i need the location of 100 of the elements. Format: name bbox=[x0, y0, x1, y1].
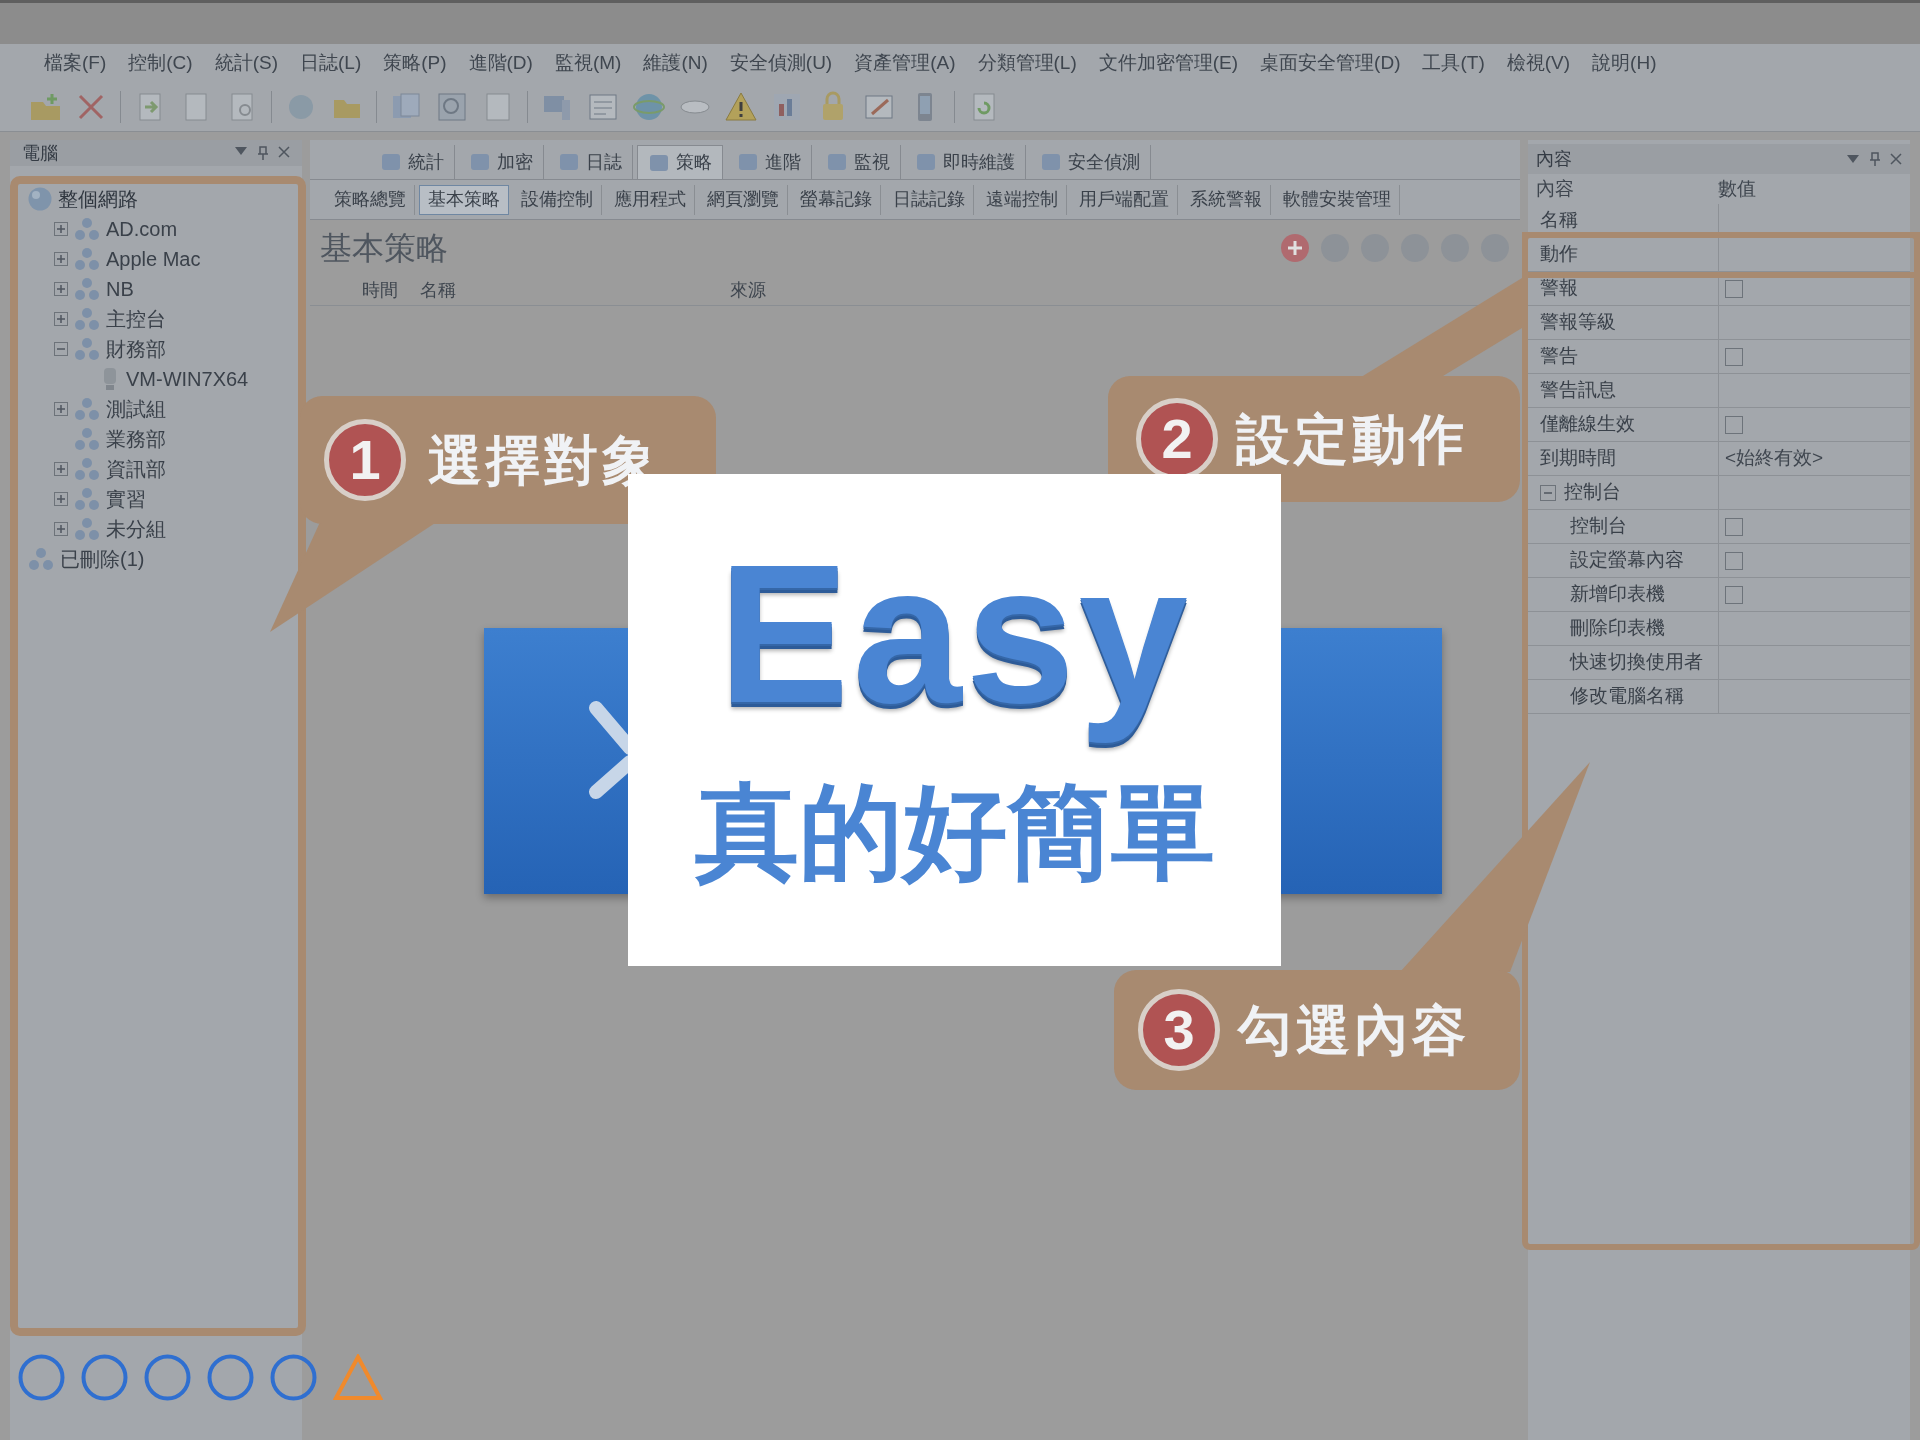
network-icon bbox=[74, 487, 100, 511]
tree-item[interactable]: AD.com bbox=[106, 214, 178, 244]
tab-icon bbox=[737, 151, 759, 173]
expand-icon[interactable] bbox=[54, 222, 68, 236]
menu-item[interactable]: 分類管理(L) bbox=[977, 48, 1077, 78]
checkbox[interactable] bbox=[1725, 551, 1743, 570]
expand-icon[interactable] bbox=[54, 522, 68, 536]
menu-item[interactable]: 策略(P) bbox=[383, 48, 447, 78]
tree-item[interactable]: 測試組 bbox=[106, 394, 166, 424]
subtab[interactable]: 應用程式 bbox=[606, 184, 695, 215]
column-header[interactable]: 數值 bbox=[1718, 174, 1756, 204]
checkbox[interactable] bbox=[1725, 517, 1743, 536]
menu-item[interactable]: 進階(D) bbox=[468, 48, 533, 78]
subtab[interactable]: 遠端控制 bbox=[978, 184, 1067, 215]
triangle-icon bbox=[333, 1354, 383, 1401]
column-header[interactable]: 名稱 bbox=[420, 277, 730, 304]
network-icon bbox=[28, 547, 54, 571]
expand-icon[interactable] bbox=[54, 402, 68, 416]
property-name: 警告訊息 bbox=[1540, 378, 1616, 403]
subtab[interactable]: 螢幕記錄 bbox=[792, 184, 881, 215]
tree-item[interactable]: VM-WIN7X64 bbox=[126, 364, 249, 394]
network-icon bbox=[74, 307, 100, 331]
menu-item[interactable]: 文件加密管理(E) bbox=[1098, 48, 1239, 78]
tree-item[interactable]: Apple Mac bbox=[106, 244, 201, 274]
callout-label: 勾選內容 bbox=[1238, 998, 1470, 1062]
column-header[interactable]: 內容 bbox=[1528, 174, 1718, 204]
tab-icon bbox=[826, 151, 848, 173]
tab-icon bbox=[380, 151, 402, 173]
property-name: 到期時間 bbox=[1540, 446, 1616, 471]
network-icon bbox=[74, 217, 100, 241]
column-header[interactable]: 時間 bbox=[310, 277, 420, 304]
tree-item[interactable]: 財務部 bbox=[106, 334, 166, 364]
tab-icon bbox=[915, 151, 937, 173]
collapse-icon[interactable] bbox=[1540, 484, 1556, 501]
network-icon bbox=[74, 517, 100, 541]
property-name: 名稱 bbox=[1540, 208, 1578, 233]
checkbox[interactable] bbox=[1725, 585, 1743, 604]
property-name: 僅離線生效 bbox=[1540, 412, 1635, 437]
checkbox[interactable] bbox=[1725, 415, 1743, 434]
headline: Easy bbox=[717, 524, 1193, 746]
subtab[interactable]: 系統警報 bbox=[1182, 184, 1271, 215]
tab-icon bbox=[1040, 151, 1062, 173]
network-icon bbox=[74, 337, 100, 361]
menu-item[interactable]: 日誌(L) bbox=[300, 48, 362, 78]
tree-item[interactable]: 業務部 bbox=[106, 424, 166, 454]
menu-item[interactable]: 說明(H) bbox=[1592, 48, 1657, 78]
pin-icon[interactable] bbox=[1870, 152, 1880, 166]
tree-item[interactable]: 整個網路 bbox=[58, 184, 138, 214]
menu-item[interactable]: 控制(C) bbox=[128, 48, 193, 78]
network-icon bbox=[74, 277, 100, 301]
menu-item[interactable]: 桌面安全管理(D) bbox=[1260, 48, 1401, 78]
subtab[interactable]: 基本策略 bbox=[419, 184, 509, 215]
tab[interactable]: 策略 bbox=[637, 145, 723, 179]
dropdown-icon[interactable] bbox=[234, 146, 248, 156]
menu-item[interactable]: 監視(M) bbox=[554, 48, 622, 78]
subtab[interactable]: 軟體安裝管理 bbox=[1275, 184, 1400, 215]
property-name: 快速切換使用者 bbox=[1570, 650, 1703, 675]
tab-icon bbox=[469, 151, 491, 173]
menu-item[interactable]: 統計(S) bbox=[214, 48, 278, 78]
menu-item[interactable]: 資產管理(A) bbox=[854, 48, 956, 78]
column-header[interactable]: 來源 bbox=[730, 277, 766, 304]
add-icon[interactable] bbox=[1280, 233, 1310, 263]
menu-item[interactable]: 工具(T) bbox=[1422, 48, 1485, 78]
circle-icon bbox=[144, 1354, 191, 1401]
tree-item[interactable]: NB bbox=[106, 274, 134, 304]
subtab[interactable]: 設備控制 bbox=[513, 184, 602, 215]
expand-icon[interactable] bbox=[54, 492, 68, 506]
subtab[interactable]: 策略總覽 bbox=[326, 184, 415, 215]
expand-icon[interactable] bbox=[54, 252, 68, 266]
subtab[interactable]: 網頁瀏覽 bbox=[699, 184, 788, 215]
circle-icon bbox=[270, 1354, 317, 1401]
expand-icon[interactable] bbox=[54, 462, 68, 476]
circle-icon bbox=[18, 1354, 65, 1401]
checkbox[interactable] bbox=[1725, 347, 1743, 366]
tree-item[interactable]: 資訊部 bbox=[106, 454, 166, 484]
number-badge: 3 bbox=[1138, 989, 1220, 1071]
property-name: 動作 bbox=[1540, 242, 1578, 267]
property-name: 刪除印表機 bbox=[1570, 616, 1665, 641]
tree-item[interactable]: 已刪除(1) bbox=[60, 544, 145, 574]
tree-item[interactable]: 實習 bbox=[106, 484, 146, 514]
subtab[interactable]: 用戶端配置 bbox=[1071, 184, 1178, 215]
menu-item[interactable]: 維護(N) bbox=[643, 48, 708, 78]
panel-title: 電腦 bbox=[22, 141, 58, 165]
pin-icon[interactable] bbox=[258, 146, 268, 160]
menu-item[interactable]: 檢視(V) bbox=[1506, 48, 1571, 78]
menu-item[interactable]: 安全偵測(U) bbox=[729, 48, 833, 78]
dropdown-icon[interactable] bbox=[1846, 154, 1860, 164]
expand-icon[interactable] bbox=[54, 282, 68, 296]
subtab[interactable]: 日誌記錄 bbox=[885, 184, 974, 215]
tree-item[interactable]: 主控台 bbox=[106, 304, 166, 334]
collapse-icon[interactable] bbox=[54, 342, 68, 356]
expand-icon[interactable] bbox=[54, 312, 68, 326]
subtitle: 真的好簡單 bbox=[694, 773, 1216, 892]
property-name: 警告 bbox=[1540, 344, 1578, 369]
checkbox[interactable] bbox=[1725, 279, 1743, 298]
panel-title: 內容 bbox=[1536, 147, 1572, 171]
number-badge: 1 bbox=[324, 419, 406, 501]
menu-item[interactable]: 檔案(F) bbox=[44, 48, 107, 78]
globe-icon bbox=[28, 187, 52, 211]
tree-item[interactable]: 未分組 bbox=[106, 514, 166, 544]
